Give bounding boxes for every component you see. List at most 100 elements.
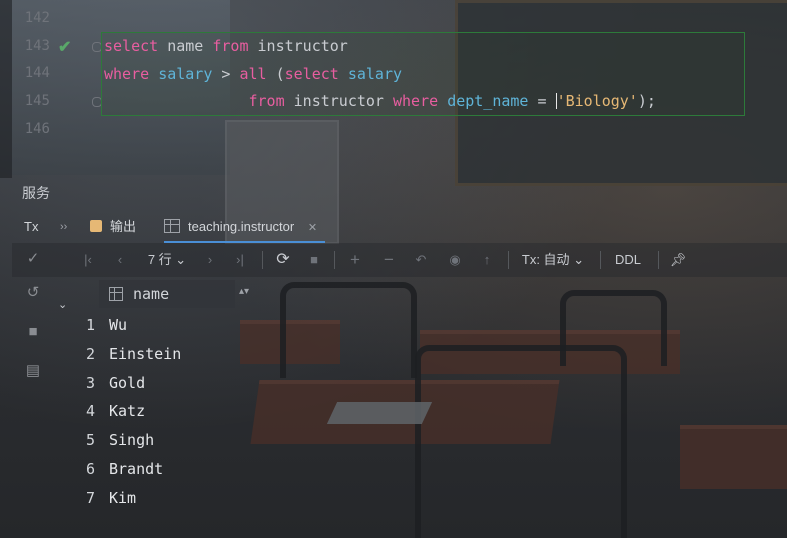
wallpaper-chair [415, 345, 627, 538]
line-number: 143 [24, 38, 50, 54]
code-token: ( [266, 65, 285, 83]
services-tab-bar: Tx ›› 输出 teaching.instructor ✕ [12, 213, 787, 243]
editor-left-strip [0, 0, 12, 178]
cell-name[interactable]: Einstein [109, 345, 181, 363]
row-number: 6 [85, 460, 95, 478]
table-row[interactable]: 1 Wu [75, 316, 235, 344]
row-number: 3 [85, 373, 95, 392]
wallpaper-book [326, 402, 433, 424]
table-row[interactable]: 3 Gold [75, 374, 235, 402]
code-token: salary [347, 65, 403, 83]
tx-label[interactable]: Tx [24, 213, 38, 241]
code-token: select [284, 65, 339, 83]
wallpaper-chair [280, 282, 417, 378]
cell-name[interactable]: Katz [109, 402, 145, 420]
code-token: salary [158, 65, 213, 83]
table-icon [164, 219, 180, 233]
stop-icon[interactable]: ■ [22, 323, 44, 343]
cell-name[interactable]: Kim [109, 489, 136, 507]
ddl-button[interactable]: DDL [610, 249, 646, 271]
table-row[interactable]: 5 Singh [75, 431, 235, 459]
wallpaper-desk [680, 425, 787, 489]
code-token: from [248, 92, 285, 110]
line-number: 144 [24, 65, 50, 81]
row-number: 1 [85, 316, 95, 334]
last-page-icon[interactable]: ›| [230, 249, 250, 271]
chevron-down-icon: ⌄ [573, 252, 585, 267]
refresh-icon[interactable]: ⟳ [272, 249, 294, 271]
transaction-mode-label: Tx: 自动 [521, 252, 570, 267]
row-number: 2 [85, 344, 95, 363]
line-number: 142 [24, 10, 50, 26]
first-page-icon[interactable]: |‹ [78, 249, 98, 271]
code-line[interactable]: select name from instructor [104, 37, 348, 55]
code-line[interactable]: where salary > all (select salary [104, 65, 402, 83]
toolbar-separator [508, 251, 509, 269]
row-count-selector[interactable]: 7 行 ⌄ [142, 249, 192, 271]
services-side-toolbar: ✓ ↺ ■ ▤ [12, 243, 48, 538]
column-header-name[interactable]: name ▴▾ [99, 280, 249, 308]
code-token: dept_name [447, 92, 529, 110]
table-row[interactable]: 6 Brandt [75, 460, 235, 488]
row-number: 4 [85, 402, 95, 421]
toolbar-separator [262, 251, 263, 269]
sql-editor[interactable]: 142 143 144 145 146 ✔ select name from i… [0, 0, 787, 178]
code-token: where [104, 65, 150, 83]
pin-icon[interactable]: 📌︎ [668, 249, 688, 271]
commit-check-icon[interactable]: ✓ [22, 249, 44, 269]
cell-name[interactable]: Brandt [109, 460, 163, 478]
delete-row-icon[interactable]: − [380, 249, 398, 271]
chevron-down-icon[interactable]: ⌄ [58, 298, 67, 311]
code-token: from [212, 37, 249, 55]
table-row[interactable]: 4 Katz [75, 402, 235, 430]
cell-name[interactable]: Singh [109, 431, 154, 449]
code-token: 'Biology' [556, 92, 638, 110]
results-toolbar: |‹ ‹ 7 行 ⌄ › ›| ⟳ ■ + − ↶ ◉ ↑ Tx: 自动 ⌄ D… [12, 243, 787, 277]
table-row[interactable]: 2 Einstein [75, 345, 235, 373]
close-tab-icon[interactable]: ✕ [308, 222, 317, 234]
code-line[interactable]: from instructor where dept_name = 'Biolo… [104, 92, 656, 110]
layout-icon[interactable]: ▤ [22, 361, 44, 381]
toolbar-separator [600, 251, 601, 269]
chevron-down-icon: ⌄ [175, 252, 187, 267]
code-token: name [158, 37, 213, 55]
tab-output-label: 输出 [110, 219, 137, 234]
line-number: 146 [24, 121, 50, 137]
code-token: > [212, 65, 240, 83]
column-key-icon [109, 287, 123, 301]
transaction-mode-selector[interactable]: Tx: 自动 ⌄ [518, 249, 588, 271]
code-token: ); [637, 92, 656, 110]
toolbar-separator [334, 251, 335, 269]
view-icon[interactable]: ◉ [446, 249, 464, 271]
code-token: instructor [284, 92, 393, 110]
add-row-icon[interactable]: + [346, 249, 364, 271]
cell-name[interactable]: Gold [109, 374, 145, 392]
submit-icon[interactable]: ↑ [478, 249, 496, 271]
row-count-label: 7 行 [147, 252, 172, 267]
more-tabs-icon[interactable]: ›› [60, 213, 67, 241]
column-header-label: name [133, 285, 170, 303]
execution-success-check-icon: ✔ [58, 39, 72, 56]
code-token: = [528, 92, 556, 110]
revert-icon[interactable]: ↶ [412, 249, 430, 271]
side-panel-label [0, 488, 11, 538]
row-number: 5 [85, 431, 95, 450]
rollback-icon[interactable]: ↺ [22, 283, 44, 303]
toolbar-separator [658, 251, 659, 269]
code-token: select [104, 37, 159, 55]
table-row[interactable]: 7 Kim [75, 489, 235, 517]
code-token: all [239, 65, 267, 83]
tab-teaching-instructor-label: teaching.instructor [188, 219, 295, 234]
tab-teaching-instructor[interactable]: teaching.instructor ✕ [164, 213, 326, 243]
stop-icon[interactable]: ■ [306, 249, 322, 271]
cell-name[interactable]: Wu [109, 316, 127, 334]
tab-output[interactable]: 输出 [90, 213, 136, 241]
line-number: 145 [24, 93, 50, 109]
next-page-icon[interactable]: › [202, 249, 218, 271]
previous-page-icon[interactable]: ‹ [112, 249, 128, 271]
sort-icon[interactable]: ▴▾ [239, 286, 249, 297]
